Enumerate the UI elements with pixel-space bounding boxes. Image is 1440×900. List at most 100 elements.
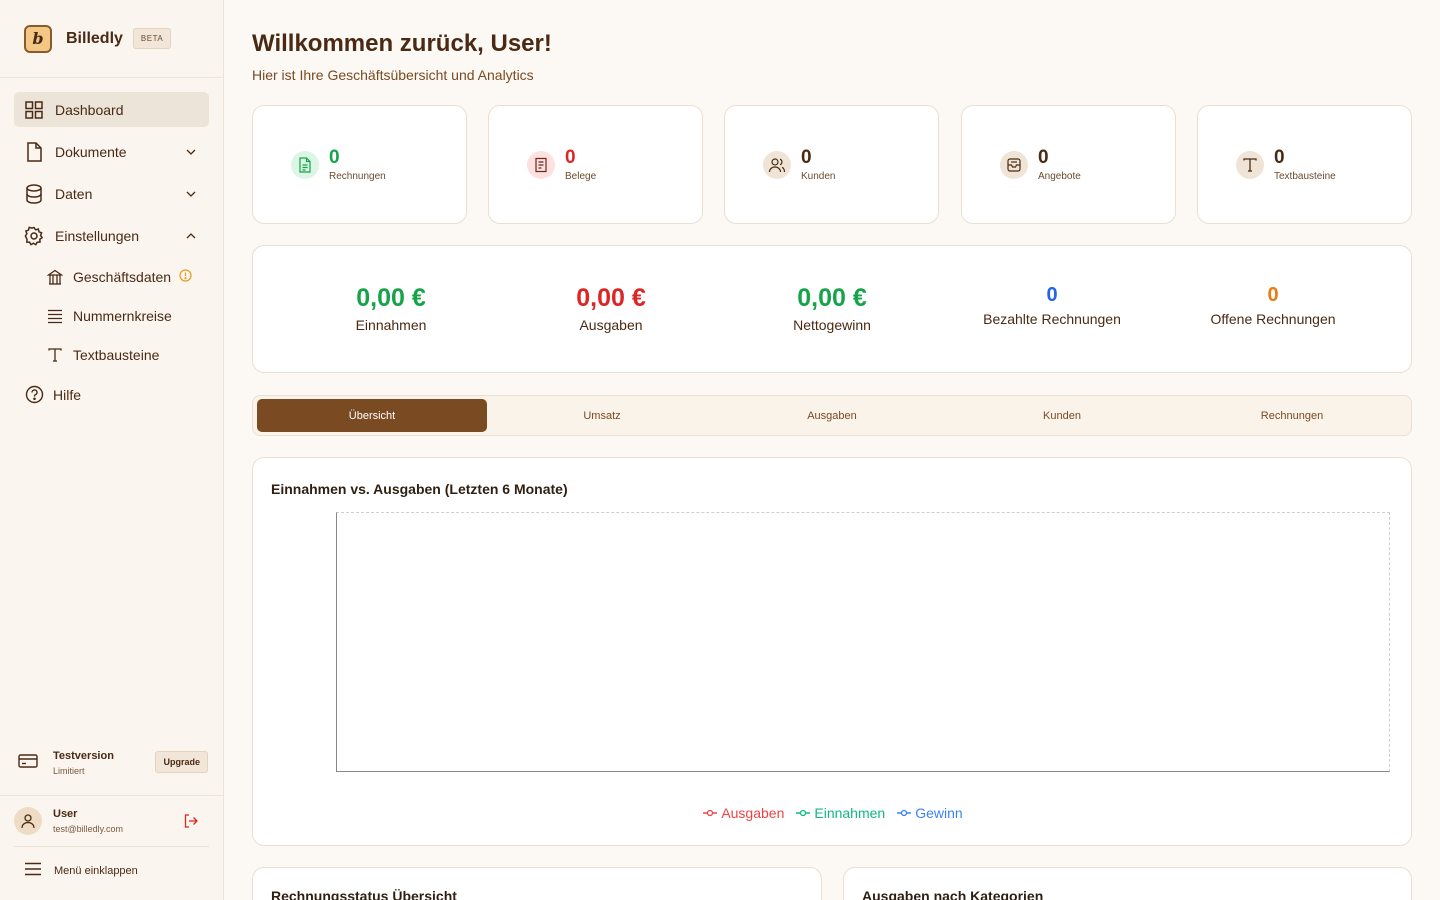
stat-value: 0 bbox=[565, 147, 576, 168]
sidebar-item-hilfe[interactable]: Hilfe bbox=[14, 377, 209, 412]
sidebar-item-daten[interactable]: Daten bbox=[14, 176, 209, 211]
stat-card-angebote[interactable]: 0 Angebote bbox=[961, 105, 1176, 224]
sidebar-item-dokumente[interactable]: Dokumente bbox=[14, 134, 209, 169]
sidebar-item-label: Einstellungen bbox=[55, 227, 140, 244]
legend-label: Ausgaben bbox=[721, 805, 785, 821]
stat-label: Kunden bbox=[801, 171, 836, 182]
legend-item-gewinn[interactable]: Gewinn bbox=[897, 805, 963, 821]
sidebar-nav: Dashboard Dokumente Daten Einstellungen … bbox=[0, 78, 223, 412]
chevron-down-icon[interactable] bbox=[185, 145, 197, 161]
chart-panel: Einnahmen vs. Ausgaben (Letzten 6 Monate… bbox=[252, 457, 1412, 846]
kpi-value: 0 bbox=[1046, 284, 1058, 306]
menu-icon bbox=[24, 862, 42, 879]
sidebar-subitem-label: Geschäftsdaten bbox=[73, 268, 172, 285]
trial-title: Testversion bbox=[53, 750, 114, 762]
chart-title: Einnahmen vs. Ausgaben (Letzten 6 Monate… bbox=[271, 481, 568, 497]
kpi-panel: 0,00 € Einnahmen 0,00 € Ausgaben 0,00 € … bbox=[252, 245, 1412, 373]
sidebar-subitem-label: Nummernkreise bbox=[73, 307, 172, 324]
chart-legend: Ausgaben Einnahmen Gewinn bbox=[253, 805, 1413, 821]
sidebar-item-dashboard[interactable]: Dashboard bbox=[14, 92, 209, 127]
bank-icon bbox=[46, 268, 64, 286]
stat-value: 0 bbox=[329, 147, 340, 168]
kpi-value: 0 bbox=[1267, 284, 1279, 306]
kpi-value: 0,00 € bbox=[576, 284, 646, 312]
avatar bbox=[14, 806, 42, 835]
type-icon bbox=[1236, 150, 1264, 179]
kpi-offene-rechnungen: 0 Offene Rechnungen bbox=[1163, 284, 1383, 327]
tab-rechnungen[interactable]: Rechnungen bbox=[1177, 399, 1407, 432]
sidebar-item-label: Hilfe bbox=[53, 386, 82, 403]
kpi-bezahlte-rechnungen: 0 Bezahlte Rechnungen bbox=[942, 284, 1162, 327]
upgrade-button[interactable]: Upgrade bbox=[155, 751, 208, 773]
sidebar-subitem-textbausteine[interactable]: Textbausteine bbox=[14, 338, 209, 371]
trial-box: Testversion Limitiert Upgrade bbox=[0, 740, 223, 786]
kpi-ausgaben: 0,00 € Ausgaben bbox=[501, 284, 721, 333]
brand-name: Billedly bbox=[66, 29, 123, 47]
grid-icon bbox=[24, 100, 44, 120]
legend-item-ausgaben[interactable]: Ausgaben bbox=[703, 805, 784, 821]
stat-card-belege[interactable]: 0 Belege bbox=[488, 105, 703, 224]
legend-label: Einnahmen bbox=[814, 805, 886, 821]
sidebar-subitem-geschaeftsdaten[interactable]: Geschäftsdaten bbox=[14, 260, 209, 293]
kpi-value: 0,00 € bbox=[356, 284, 426, 312]
stat-value: 0 bbox=[801, 147, 812, 168]
tab-ausgaben[interactable]: Ausgaben bbox=[717, 399, 947, 432]
user-email: test@billedly.com bbox=[53, 823, 123, 834]
chart-plot-area bbox=[336, 512, 1390, 772]
type-icon bbox=[46, 346, 64, 364]
tab-bar: Übersicht Umsatz Ausgaben Kunden Rechnun… bbox=[252, 395, 1412, 436]
sidebar-item-label: Dokumente bbox=[55, 143, 127, 160]
brand[interactable]: b Billedly BETA bbox=[0, 0, 223, 78]
legend-item-einnahmen[interactable]: Einnahmen bbox=[796, 805, 885, 821]
invoice-icon bbox=[291, 150, 319, 179]
user-name: User bbox=[53, 807, 78, 820]
page-subtitle: Hier ist Ihre Geschäftsübersicht und Ana… bbox=[252, 67, 534, 83]
credit-card-icon bbox=[18, 753, 38, 774]
stat-value: 0 bbox=[1038, 147, 1049, 168]
tab-uebersicht[interactable]: Übersicht bbox=[257, 399, 487, 432]
kpi-nettogewinn: 0,00 € Nettogewinn bbox=[722, 284, 942, 333]
stat-label: Rechnungen bbox=[329, 171, 386, 182]
kpi-label: Ausgaben bbox=[579, 317, 643, 333]
legend-marker-icon bbox=[796, 809, 811, 817]
expense-categories-card: Ausgaben nach Kategorien bbox=[843, 867, 1412, 900]
stat-card-textbausteine[interactable]: 0 Textbausteine bbox=[1197, 105, 1412, 224]
stat-label: Textbausteine bbox=[1274, 171, 1336, 182]
sidebar-subitem-label: Textbausteine bbox=[73, 346, 160, 363]
logout-icon[interactable] bbox=[183, 813, 199, 834]
chevron-up-icon[interactable] bbox=[185, 229, 197, 245]
trial-subtitle: Limitiert bbox=[53, 766, 85, 776]
legend-marker-icon bbox=[897, 809, 912, 817]
receipt-icon bbox=[527, 150, 555, 179]
kpi-label: Nettogewinn bbox=[793, 317, 871, 333]
kpi-value: 0,00 € bbox=[797, 284, 867, 312]
stat-card-kunden[interactable]: 0 Kunden bbox=[724, 105, 939, 224]
collapse-menu-button[interactable]: Menü einklappen bbox=[14, 846, 209, 894]
warning-icon bbox=[179, 268, 192, 285]
invoice-status-card: Rechnungsstatus Übersicht bbox=[252, 867, 822, 900]
page-title: Willkommen zurück, User! bbox=[252, 30, 552, 57]
users-icon bbox=[763, 150, 791, 179]
stat-label: Angebote bbox=[1038, 171, 1081, 182]
sidebar: b Billedly BETA Dashboard Dokumente Date… bbox=[0, 0, 224, 900]
stat-card-rechnungen[interactable]: 0 Rechnungen bbox=[252, 105, 467, 224]
kpi-label: Bezahlte Rechnungen bbox=[983, 311, 1121, 327]
database-icon bbox=[24, 183, 44, 204]
sidebar-item-einstellungen[interactable]: Einstellungen bbox=[14, 218, 209, 253]
tab-umsatz[interactable]: Umsatz bbox=[487, 399, 717, 432]
logo-icon: b bbox=[24, 24, 52, 53]
kpi-label: Einnahmen bbox=[355, 317, 427, 333]
card-title: Rechnungsstatus Übersicht bbox=[271, 888, 457, 900]
kpi-einnahmen: 0,00 € Einnahmen bbox=[281, 284, 501, 333]
user-profile[interactable]: User test@billedly.com bbox=[0, 795, 223, 845]
kpi-label: Offene Rechnungen bbox=[1210, 311, 1336, 327]
sidebar-subitem-nummernkreise[interactable]: Nummernkreise bbox=[14, 299, 209, 332]
file-icon bbox=[24, 141, 44, 162]
list-icon bbox=[46, 307, 64, 325]
card-title: Ausgaben nach Kategorien bbox=[862, 888, 1044, 900]
sidebar-item-label: Dashboard bbox=[55, 101, 124, 118]
tab-kunden[interactable]: Kunden bbox=[947, 399, 1177, 432]
help-icon bbox=[24, 385, 44, 405]
stat-value: 0 bbox=[1274, 147, 1285, 168]
chevron-down-icon[interactable] bbox=[185, 187, 197, 203]
